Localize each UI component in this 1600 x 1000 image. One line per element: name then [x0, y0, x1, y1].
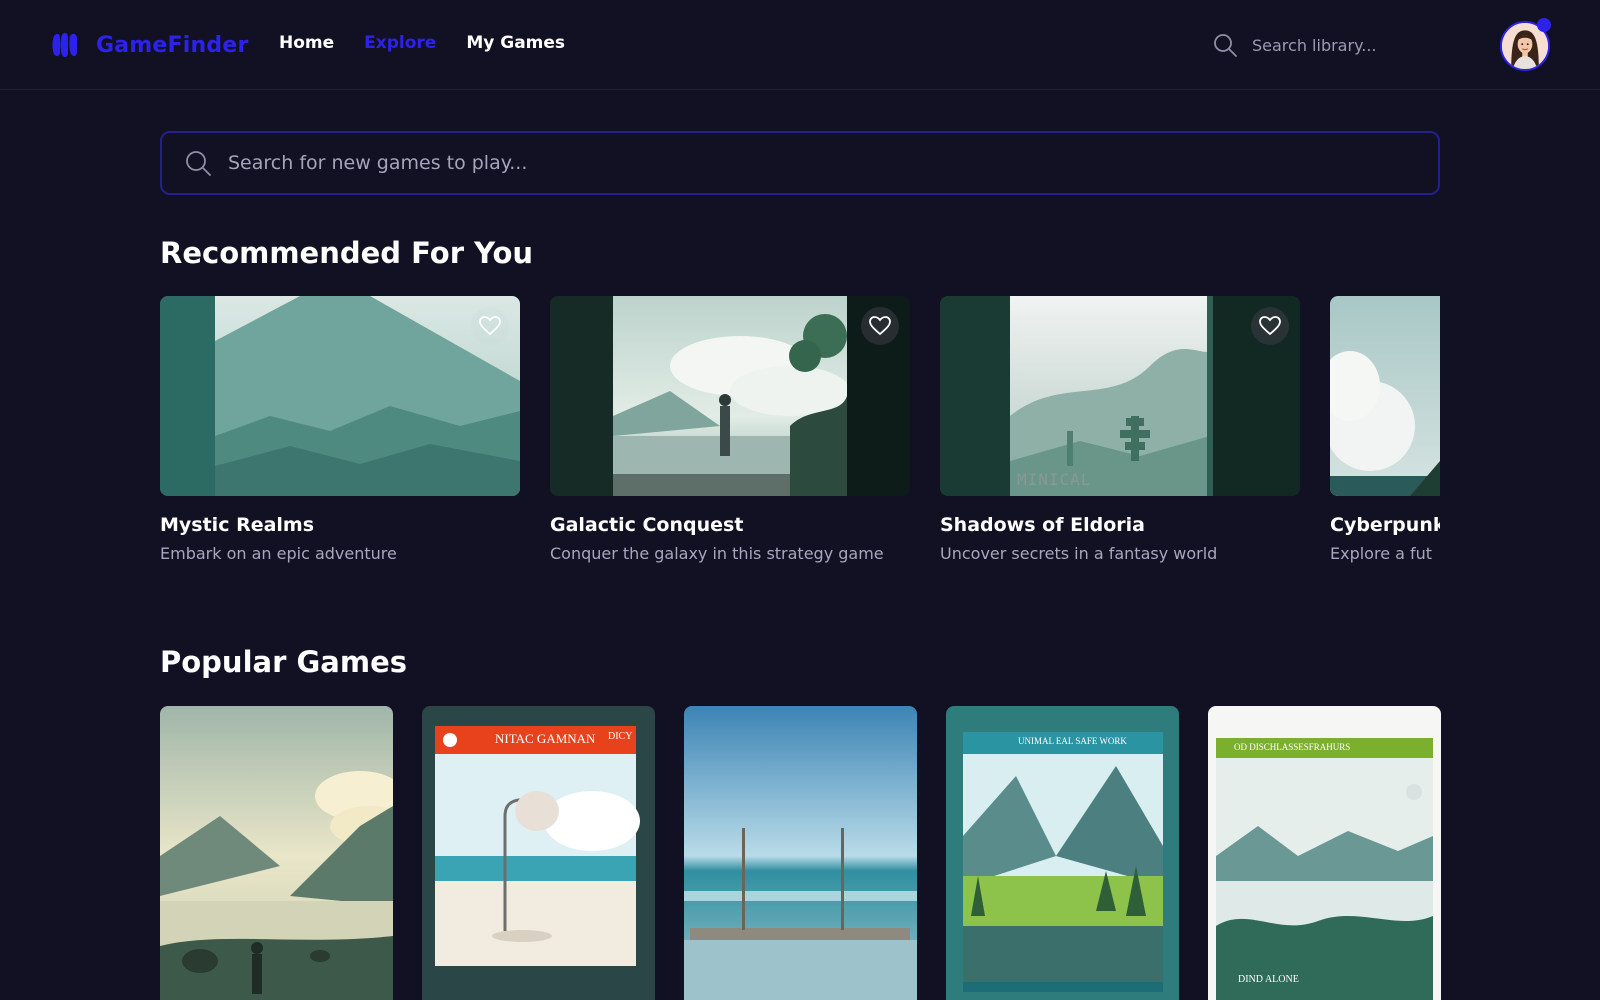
game-title: Galactic Conquest	[550, 514, 744, 536]
search-icon	[1214, 34, 1237, 57]
top-navigation-bar: GameFinder Home Explore My Games	[0, 0, 1600, 90]
popular-game-card[interactable]: OD DISCHLASSESFRAHURS DIND ALONE	[1208, 706, 1441, 1000]
game-cover-art	[160, 296, 520, 496]
nav-link-my-games[interactable]: My Games	[466, 33, 565, 53]
gamefinder-logo-icon	[52, 32, 77, 58]
game-description: Conquer the galaxy in this strategy game	[550, 544, 884, 563]
game-cover-art	[422, 706, 655, 1000]
library-search	[1212, 29, 1442, 61]
game-cover-art	[946, 706, 1179, 1000]
cover-banner-text: UNIMAL EAL SAFE WORK	[1018, 736, 1127, 746]
game-cover-art	[940, 296, 1300, 496]
game-cover-art	[684, 706, 917, 1000]
nav-link-home[interactable]: Home	[279, 33, 334, 53]
popular-game-card[interactable]	[160, 706, 393, 1000]
game-card[interactable]: Cyberpunk Explore a fut	[1330, 296, 1440, 576]
favorite-button[interactable]	[861, 307, 899, 345]
cover-banner-text: OD DISCHLASSESFRAHURS	[1234, 742, 1351, 752]
heart-icon	[1259, 316, 1281, 336]
popular-game-card[interactable]: NITAC GAMNAN DICY	[422, 706, 655, 1000]
popular-game-card[interactable]: UNIMAL EAL SAFE WORK	[946, 706, 1179, 1000]
game-cover-art	[550, 296, 910, 496]
game-card[interactable]: Mystic Realms Embark on an epic adventur…	[160, 296, 520, 576]
game-cover	[550, 296, 910, 496]
game-title: Shadows of Eldoria	[940, 514, 1145, 536]
game-card[interactable]: MINICAL Shadows of Eldoria Uncover secre…	[940, 296, 1300, 576]
game-title: Mystic Realms	[160, 514, 315, 536]
heart-icon	[869, 316, 891, 336]
game-cover	[1330, 296, 1440, 496]
game-search-input[interactable]	[228, 152, 1408, 174]
game-card[interactable]: Galactic Conquest Conquer the galaxy in …	[550, 296, 910, 576]
cover-banner-text: NITAC GAMNAN	[495, 731, 596, 746]
heart-icon	[479, 316, 501, 336]
game-cover-art	[160, 706, 393, 1000]
search-icon	[186, 151, 211, 176]
cover-footer-text: DIND ALONE	[1238, 974, 1299, 985]
game-description: Uncover secrets in a fantasy world	[940, 544, 1218, 563]
game-description: Explore a fut	[1330, 544, 1433, 563]
recommended-carousel[interactable]: Mystic Realms Embark on an epic adventur…	[160, 296, 1440, 576]
popular-games-grid: NITAC GAMNAN DICY UNIMAL EAL SAFE WORK O…	[160, 706, 1441, 1000]
brand-logo[interactable]: GameFinder	[50, 30, 249, 60]
nav-link-explore[interactable]: Explore	[364, 33, 436, 53]
popular-game-card[interactable]	[684, 706, 917, 1000]
favorite-button[interactable]	[1251, 307, 1289, 345]
recommended-section-title: Recommended For You	[160, 236, 534, 270]
cover-caption: MINICAL	[1017, 470, 1092, 489]
popular-section-title: Popular Games	[160, 645, 408, 679]
game-description: Embark on an epic adventure	[160, 544, 397, 563]
game-search-bar	[160, 131, 1440, 195]
main-nav: Home Explore My Games	[279, 33, 565, 53]
game-cover-art	[1330, 296, 1440, 496]
cover-corner-text: DICY	[608, 731, 633, 742]
notification-dot	[1537, 18, 1551, 32]
game-title: Cyberpunk	[1330, 514, 1440, 536]
library-search-input[interactable]	[1252, 35, 1442, 55]
favorite-button[interactable]	[471, 307, 509, 345]
game-cover: MINICAL	[940, 296, 1300, 496]
brand-name: GameFinder	[96, 32, 249, 58]
game-cover	[160, 296, 520, 496]
